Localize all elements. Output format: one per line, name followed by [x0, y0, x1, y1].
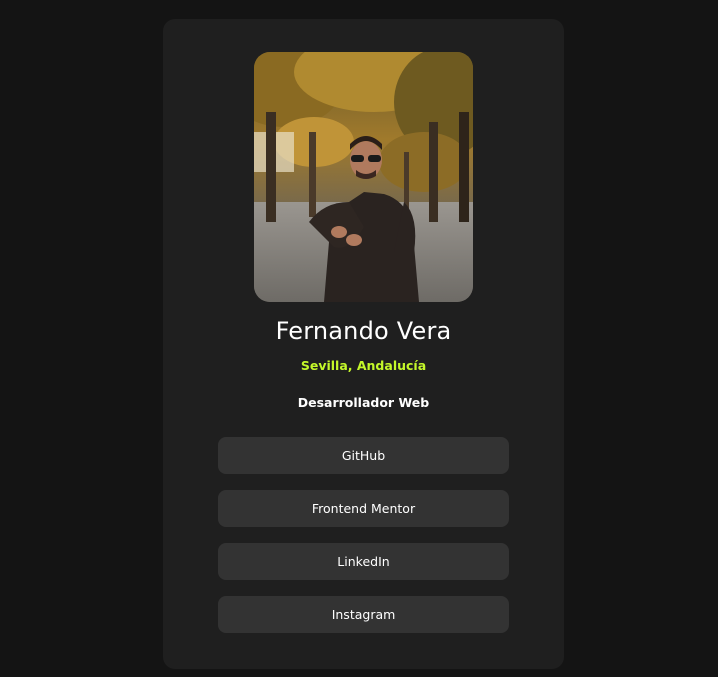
profile-bio: Desarrollador Web	[297, 395, 430, 410]
frontend-mentor-link[interactable]: Frontend Mentor	[218, 490, 509, 527]
profile-photo	[254, 52, 473, 302]
profile-card: Fernando Vera Sevilla, Andalucía Desarro…	[163, 19, 564, 669]
github-link[interactable]: GitHub	[218, 437, 509, 474]
profile-location: Sevilla, Andalucía	[300, 358, 427, 373]
social-links: GitHub Frontend Mentor LinkedIn Instagra…	[218, 437, 509, 649]
instagram-link[interactable]: Instagram	[218, 596, 509, 633]
profile-name: Fernando Vera	[275, 317, 452, 345]
linkedin-link[interactable]: LinkedIn	[218, 543, 509, 580]
